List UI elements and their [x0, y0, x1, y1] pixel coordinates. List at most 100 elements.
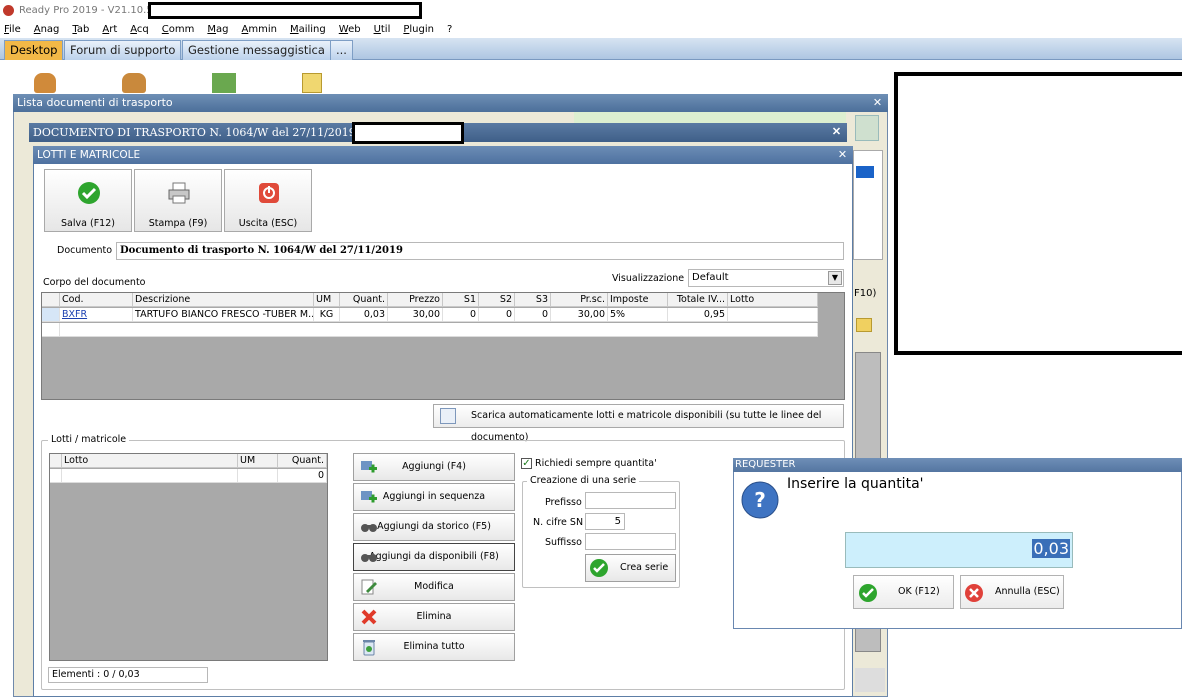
lots-col-um[interactable]: UM: [238, 454, 278, 467]
cell-imposte: 5%: [608, 308, 668, 321]
view-select[interactable]: Default ▼: [688, 269, 844, 287]
lots-col-quant[interactable]: Quant.: [278, 454, 327, 467]
ok-button[interactable]: OK (F12): [853, 575, 954, 609]
delete-icon: [361, 609, 377, 625]
add-icon: [361, 461, 377, 473]
tab-forum[interactable]: Forum di supporto: [64, 40, 182, 60]
col-s1[interactable]: S1: [443, 293, 479, 306]
app-title: Ready Pro 2019 - V21.10.5: [19, 4, 153, 16]
document-grid[interactable]: Cod. Descrizione UM Quant. Prezzo S1 S2 …: [41, 292, 845, 400]
menu-anag[interactable]: Anag: [34, 24, 60, 35]
add-button[interactable]: Aggiungi (F4): [353, 453, 515, 481]
create-series-button[interactable]: Crea serie: [585, 554, 676, 582]
delete-button[interactable]: Elimina: [353, 603, 515, 631]
cell-prezzo: 30,00: [388, 308, 443, 321]
lots-col-lotto[interactable]: Lotto: [62, 454, 238, 467]
desktop-chart-icon[interactable]: [212, 73, 236, 93]
menu-comm[interactable]: Comm: [162, 24, 195, 35]
quantity-input[interactable]: 0,03: [845, 532, 1073, 568]
tab-more[interactable]: ...: [330, 40, 353, 60]
col-prsc[interactable]: Pr.sc.: [551, 293, 608, 306]
bg-close-icon[interactable]: ✕: [871, 96, 884, 109]
prefix-input[interactable]: [585, 492, 676, 509]
cell-lotto: [728, 308, 818, 321]
edit-icon: [361, 579, 377, 595]
recycle-bin-icon: [363, 640, 375, 656]
col-s3[interactable]: S3: [515, 293, 551, 306]
exit-button[interactable]: Uscita (ESC): [224, 169, 312, 232]
series-group-label: Creazione di una serie: [527, 475, 640, 486]
menu-web[interactable]: Web: [339, 24, 361, 35]
cell-cod[interactable]: BXFR: [60, 308, 133, 321]
tab-desktop[interactable]: Desktop: [4, 40, 64, 60]
col-descrizione[interactable]: Descrizione: [133, 293, 314, 306]
bg-contacts-icon[interactable]: [855, 115, 879, 141]
menu-bar: File Anag Tab Art Acq Comm Mag Ammin Mai…: [0, 21, 1182, 37]
menu-acq[interactable]: Acq: [130, 24, 149, 35]
always-qty-checkbox[interactable]: ✓: [521, 458, 532, 469]
lots-row[interactable]: 0: [50, 469, 327, 483]
cell-s2: 0: [479, 308, 515, 321]
quantity-value: 0,03: [1032, 539, 1070, 558]
requester-title: REQUESTER: [733, 458, 1182, 472]
col-um[interactable]: UM: [314, 293, 340, 306]
sn-digits-label: N. cifre SN: [533, 517, 584, 528]
col-imposte[interactable]: Imposte: [608, 293, 668, 306]
menu-mag[interactable]: Mag: [207, 24, 228, 35]
add-from-available-button[interactable]: Aggiungi da disponibili (F8): [353, 543, 515, 571]
view-label: Visualizzazione :: [612, 273, 691, 284]
add-sequence-icon: [361, 491, 377, 503]
bg-footer-strip: [855, 668, 885, 692]
delete-all-button[interactable]: Elimina tutto: [353, 633, 515, 661]
col-totale[interactable]: Totale IV...: [668, 293, 728, 306]
menu-file[interactable]: File: [4, 24, 21, 35]
check-icon: [590, 559, 608, 577]
cancel-button[interactable]: Annulla (ESC): [960, 575, 1064, 609]
col-quant[interactable]: Quant.: [340, 293, 388, 306]
requester-prompt: Inserire la quantita': [787, 476, 924, 492]
desktop-notes-icon[interactable]: [302, 73, 322, 93]
redacted-box: [148, 2, 422, 19]
menu-tab[interactable]: Tab: [72, 24, 89, 35]
auto-download-button[interactable]: Scarica automaticamente lotti e matricol…: [433, 404, 844, 443]
print-button[interactable]: Stampa (F9): [134, 169, 222, 232]
document-grid-header: Cod. Descrizione UM Quant. Prezzo S1 S2 …: [42, 293, 818, 307]
svg-text:?: ?: [754, 488, 766, 512]
lots-grid[interactable]: Lotto UM Quant. 0: [49, 453, 328, 661]
col-s2[interactable]: S2: [479, 293, 515, 306]
add-from-history-button[interactable]: Aggiungi da storico (F5): [353, 513, 515, 541]
edit-button[interactable]: Modifica: [353, 573, 515, 601]
dialog-close-icon[interactable]: ✕: [836, 148, 849, 161]
col-prezzo[interactable]: Prezzo: [388, 293, 443, 306]
col-cod[interactable]: Cod.: [60, 293, 133, 306]
document-field[interactable]: Documento di trasporto N. 1064/W del 27/…: [116, 242, 844, 260]
check-icon: [78, 182, 100, 204]
cell-s1: 0: [443, 308, 479, 321]
chevron-down-icon[interactable]: ▼: [828, 271, 842, 285]
menu-plugin[interactable]: Plugin: [403, 24, 434, 35]
menu-art[interactable]: Art: [102, 24, 117, 35]
suffix-input[interactable]: [585, 533, 676, 550]
table-row[interactable]: BXFR TARTUFO BIANCO FRESCO -TUBER M... K…: [42, 308, 818, 322]
doc-close-icon[interactable]: ✕: [830, 125, 843, 138]
add-sequence-button[interactable]: Aggiungi in sequenza: [353, 483, 515, 511]
col-lotto[interactable]: Lotto: [728, 293, 818, 306]
question-icon: ?: [741, 481, 779, 519]
table-row-empty[interactable]: [42, 323, 818, 337]
menu-mailing[interactable]: Mailing: [290, 24, 326, 35]
lots-dialog-title: LOTTI E MATRICOLE ✕: [33, 146, 853, 164]
bg-folder-icon[interactable]: [856, 318, 872, 332]
desktop-people-icon[interactable]: [34, 73, 56, 93]
menu-util[interactable]: Util: [374, 24, 391, 35]
elements-count: Elementi : 0 / 0,03: [48, 667, 208, 683]
desktop-users-icon[interactable]: [122, 73, 146, 93]
desktop-tab-bar: Desktop Forum di supporto Gestione messa…: [0, 38, 1182, 60]
app-logo-icon: [3, 4, 14, 16]
save-button[interactable]: Salva (F12): [44, 169, 132, 232]
bg-list-selection: [856, 166, 874, 178]
tab-messaggistica[interactable]: Gestione messaggistica: [182, 40, 331, 60]
menu-ammin[interactable]: Ammin: [242, 24, 277, 35]
sn-digits-input[interactable]: 5: [585, 513, 625, 530]
always-qty-label: Richiedi sempre quantita': [535, 458, 657, 469]
menu-help[interactable]: ?: [447, 24, 452, 35]
